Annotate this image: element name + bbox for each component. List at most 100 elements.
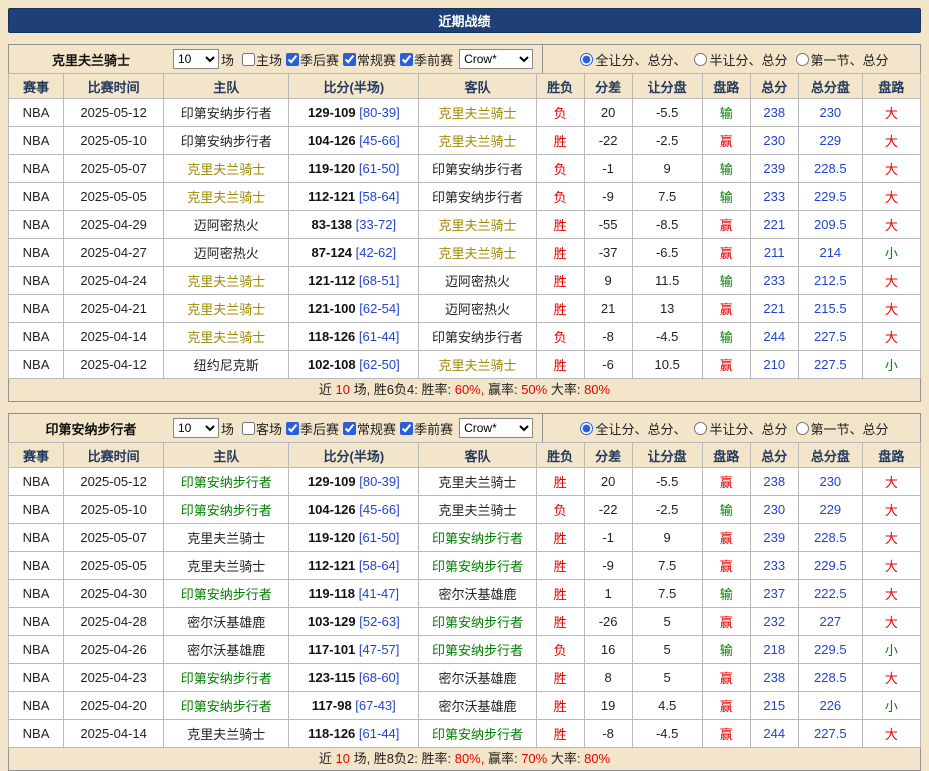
total-cell: 230 [750, 127, 798, 155]
away-team-cell: 克里夫兰骑士 [419, 468, 536, 496]
team-section-pacers: 印第安纳步行者 10 场 客场 季后赛 常规赛 季前赛 Crow* [8, 413, 921, 771]
playoffs-checkbox[interactable] [286, 53, 299, 66]
radio-first-quarter-input[interactable] [796, 53, 809, 66]
result-cell: 胜 [536, 295, 584, 323]
score-cell: 118-126 [61-44] [289, 720, 419, 748]
radio-full-line-input[interactable] [580, 53, 593, 66]
result-cell: 胜 [536, 127, 584, 155]
league-cell: NBA [9, 664, 64, 692]
full-score: 118-126 [308, 726, 355, 741]
result-cell: 负 [536, 183, 584, 211]
radio-half-line[interactable]: 半让分、总分 [688, 419, 787, 438]
over-under-cell: 大 [862, 99, 920, 127]
col-over-under: 盘路 [862, 443, 920, 468]
regular-season-filter[interactable]: 常规赛 [339, 50, 396, 69]
half-score: [33-72] [356, 217, 396, 232]
diff-cell: -22 [584, 127, 632, 155]
over-under-cell: 大 [862, 295, 920, 323]
team-section-cavaliers: 克里夫兰骑士 10 场 主场 季后赛 常规赛 季前赛 Crow* [8, 44, 921, 402]
radio-full-line[interactable]: 全让分、总分、 [574, 50, 686, 69]
league-cell: NBA [9, 692, 64, 720]
date-cell: 2025-04-24 [64, 267, 164, 295]
game-row: NBA 2025-04-12 纽约尼克斯 102-108 [62-50] 克里夫… [9, 351, 921, 379]
half-score: [52-63] [359, 614, 399, 629]
preseason-checkbox[interactable] [400, 422, 413, 435]
col-date: 比赛时间 [64, 443, 164, 468]
away-team-cell: 印第安纳步行者 [419, 636, 536, 664]
col-total-line: 总分盘 [798, 443, 862, 468]
total-line-cell: 229 [798, 127, 862, 155]
playoffs-filter[interactable]: 季后赛 [282, 50, 339, 69]
score-cell: 118-126 [61-44] [289, 323, 419, 351]
date-cell: 2025-05-12 [64, 99, 164, 127]
regular-season-filter[interactable]: 常规赛 [339, 419, 396, 438]
handicap-cell: -6.5 [632, 239, 702, 267]
col-handicap-result: 盘路 [702, 443, 750, 468]
playoffs-filter[interactable]: 季后赛 [282, 419, 339, 438]
total-line-cell: 230 [798, 99, 862, 127]
regular-season-checkbox[interactable] [343, 53, 356, 66]
venue-filter[interactable]: 主场 [238, 50, 282, 69]
preseason-filter[interactable]: 季前赛 [396, 419, 453, 438]
date-cell: 2025-04-26 [64, 636, 164, 664]
home-team-cell: 迈阿密热火 [164, 239, 289, 267]
home-team-cell: 克里夫兰骑士 [164, 552, 289, 580]
home-team-cell: 克里夫兰骑士 [164, 323, 289, 351]
games-count-select[interactable]: 10 [173, 418, 219, 438]
venue-checkbox[interactable] [242, 53, 255, 66]
playoffs-checkbox[interactable] [286, 422, 299, 435]
odds-company-select[interactable]: Crow* [459, 49, 533, 69]
home-team-cell: 克里夫兰骑士 [164, 295, 289, 323]
venue-filter[interactable]: 客场 [238, 419, 282, 438]
radio-first-quarter-input[interactable] [796, 422, 809, 435]
radio-full-line-input[interactable] [580, 422, 593, 435]
total-cell: 233 [750, 552, 798, 580]
total-line-cell: 229 [798, 496, 862, 524]
full-score: 119-120 [308, 530, 355, 545]
radio-full-line[interactable]: 全让分、总分、 [574, 419, 686, 438]
result-cell: 胜 [536, 351, 584, 379]
radio-first-quarter[interactable]: 第一节、总分 [790, 50, 889, 69]
venue-checkbox[interactable] [242, 422, 255, 435]
date-cell: 2025-04-30 [64, 580, 164, 608]
score-cell: 104-126 [45-66] [289, 496, 419, 524]
preseason-checkbox[interactable] [400, 53, 413, 66]
radio-first-quarter[interactable]: 第一节、总分 [790, 419, 889, 438]
score-cell: 102-108 [62-50] [289, 351, 419, 379]
game-row: NBA 2025-04-24 克里夫兰骑士 121-112 [68-51] 迈阿… [9, 267, 921, 295]
odds-company-select[interactable]: Crow* [459, 418, 533, 438]
game-row: NBA 2025-05-05 克里夫兰骑士 112-121 [58-64] 印第… [9, 183, 921, 211]
handicap-cell: -4.5 [632, 323, 702, 351]
diff-cell: -22 [584, 496, 632, 524]
result-cell: 胜 [536, 524, 584, 552]
half-score: [45-66] [359, 133, 399, 148]
half-score: [62-54] [359, 301, 399, 316]
over-under-cell: 大 [862, 183, 920, 211]
handicap-result-cell: 赢 [702, 552, 750, 580]
results-table: 赛事 比赛时间 主队 比分(半场) 客队 胜负 分差 让分盘 盘路 总分 总分盘… [8, 442, 921, 748]
games-count-select[interactable]: 10 [173, 49, 219, 69]
summary-segment: 近 [319, 751, 336, 766]
radio-half-line-input[interactable] [694, 53, 707, 66]
full-score: 118-126 [308, 329, 355, 344]
preseason-filter[interactable]: 季前赛 [396, 50, 453, 69]
date-cell: 2025-04-14 [64, 720, 164, 748]
home-team-cell: 密尔沃基雄鹿 [164, 636, 289, 664]
date-cell: 2025-04-14 [64, 323, 164, 351]
total-line-cell: 227.5 [798, 351, 862, 379]
diff-cell: -26 [584, 608, 632, 636]
full-score: 119-120 [308, 161, 355, 176]
handicap-cell: -4.5 [632, 720, 702, 748]
radio-half-line-input[interactable] [694, 422, 707, 435]
half-score: [62-50] [359, 357, 399, 372]
summary-line: 近 10 场, 胜8负2: 胜率: 80%, 赢率: 70% 大率: 80% [8, 748, 921, 771]
handicap-result-cell: 赢 [702, 295, 750, 323]
diff-cell: 9 [584, 267, 632, 295]
result-cell: 负 [536, 155, 584, 183]
radio-half-line[interactable]: 半让分、总分 [688, 50, 787, 69]
venue-label: 客场 [256, 419, 282, 438]
handicap-result-cell: 赢 [702, 524, 750, 552]
col-total-line: 总分盘 [798, 74, 862, 99]
regular-season-checkbox[interactable] [343, 422, 356, 435]
header-row: 赛事 比赛时间 主队 比分(半场) 客队 胜负 分差 让分盘 盘路 总分 总分盘… [9, 74, 921, 99]
